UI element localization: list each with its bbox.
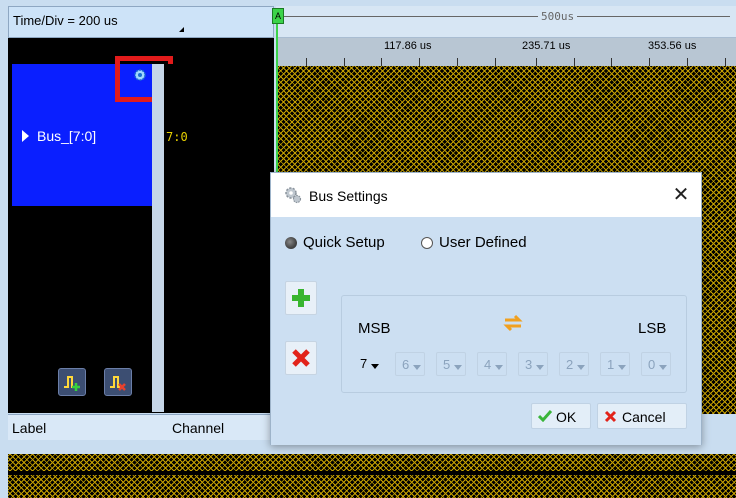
bit-number: 5 [443, 357, 451, 372]
chevron-down-icon [413, 365, 421, 370]
tick-mark [495, 58, 496, 66]
bit-select-2[interactable]: 2 [559, 352, 589, 376]
ruler-top-bar [276, 6, 736, 38]
quick-setup-radio[interactable] [285, 237, 297, 249]
bit-select-3[interactable]: 3 [518, 352, 548, 376]
bit-select-0[interactable]: 0 [641, 352, 671, 376]
quick-setup-label[interactable]: Quick Setup [303, 234, 385, 251]
panel-scrollbar[interactable] [152, 64, 164, 412]
remove-channel-icon [110, 376, 126, 391]
bit-select-4[interactable]: 4 [477, 352, 507, 376]
tick-label: 117.86 us [384, 40, 432, 52]
tick-mark [419, 58, 420, 66]
bit-number: 3 [525, 357, 533, 372]
user-defined-label[interactable]: User Defined [439, 234, 527, 251]
tick-mark [381, 58, 382, 66]
plus-icon [292, 289, 310, 307]
tick-mark [611, 58, 612, 66]
lower-waveform [8, 454, 736, 498]
tick-mark [344, 58, 345, 66]
delete-bit-button[interactable] [285, 341, 317, 375]
check-icon [538, 410, 552, 422]
dropdown-corner-icon [179, 27, 184, 32]
channel-column [164, 64, 264, 412]
cancel-icon [604, 410, 617, 423]
lsb-label: LSB [638, 320, 667, 337]
label-column-header: Label [12, 420, 47, 436]
bit-number: 6 [402, 357, 410, 372]
bit-select-7[interactable]: 7 [354, 352, 384, 376]
timebase-selector[interactable]: Time/Div = 200 us [8, 6, 274, 38]
add-channel-button[interactable] [58, 368, 86, 396]
chevron-down-icon [454, 365, 462, 370]
bit-number: 4 [484, 357, 492, 372]
tick-mark [536, 58, 537, 66]
span-line [284, 16, 730, 17]
bit-number: 1 [607, 357, 615, 372]
tick-mark [574, 58, 575, 66]
timebase-label: Time/Div = 200 us [13, 13, 118, 28]
add-channel-icon [64, 376, 80, 391]
marker-a[interactable]: A [272, 8, 284, 24]
time-ruler[interactable]: 117.86 us 235.71 us 353.56 us [276, 38, 736, 66]
tick-mark [457, 58, 458, 66]
bit-select-1[interactable]: 1 [600, 352, 630, 376]
channel-column-header: Channel [172, 420, 225, 436]
bus-name[interactable]: Bus_[7:0] [22, 128, 96, 144]
add-bit-button[interactable] [285, 281, 317, 315]
cancel-button[interactable]: Cancel [597, 403, 687, 429]
chevron-down-icon [659, 365, 667, 370]
user-defined-radio[interactable] [421, 237, 433, 249]
lower-waveform-divider [8, 471, 736, 475]
ok-label: OK [556, 409, 577, 425]
dialog-title: Bus Settings [309, 188, 388, 204]
bit-number: 7 [360, 356, 368, 371]
swap-icon[interactable] [502, 312, 524, 334]
tick-label: 353.56 us [648, 40, 697, 52]
chevron-down-icon [577, 365, 585, 370]
cancel-label: Cancel [622, 409, 666, 425]
chevron-down-icon [371, 364, 379, 369]
msb-label: MSB [358, 320, 391, 337]
bit-number: 0 [648, 357, 656, 372]
tick-mark [687, 58, 688, 66]
expand-arrow-icon[interactable] [22, 130, 29, 142]
bus-settings-dialog: Bus Settings ✕ Quick Setup User Defined … [270, 172, 702, 445]
bus-name-text: Bus_[7:0] [37, 128, 97, 144]
tick-label: 235.71 us [522, 40, 571, 52]
chevron-down-icon [495, 365, 503, 370]
chevron-down-icon [536, 365, 544, 370]
remove-channel-button[interactable] [104, 368, 132, 396]
bit-order-group: MSB LSB 7 6 5 4 3 2 1 0 [341, 295, 687, 393]
settings-icon [285, 187, 302, 204]
dialog-titlebar[interactable]: Bus Settings ✕ [271, 173, 701, 217]
span-label: 500us [538, 10, 578, 23]
delete-icon [292, 349, 310, 367]
tick-mark [725, 58, 726, 66]
bit-number: 2 [566, 357, 574, 372]
bit-select-6[interactable]: 6 [395, 352, 425, 376]
column-header: Label Channel [8, 414, 272, 440]
dialog-body: Quick Setup User Defined MSB LSB 7 6 5 4 3 2 1… [271, 217, 701, 445]
tick-mark [306, 58, 307, 66]
bit-select-5[interactable]: 5 [436, 352, 466, 376]
chevron-down-icon [618, 365, 626, 370]
channel-value: 7:0 [166, 130, 188, 144]
close-icon[interactable]: ✕ [667, 181, 695, 209]
tick-mark [649, 58, 650, 66]
ok-button[interactable]: OK [531, 403, 591, 429]
